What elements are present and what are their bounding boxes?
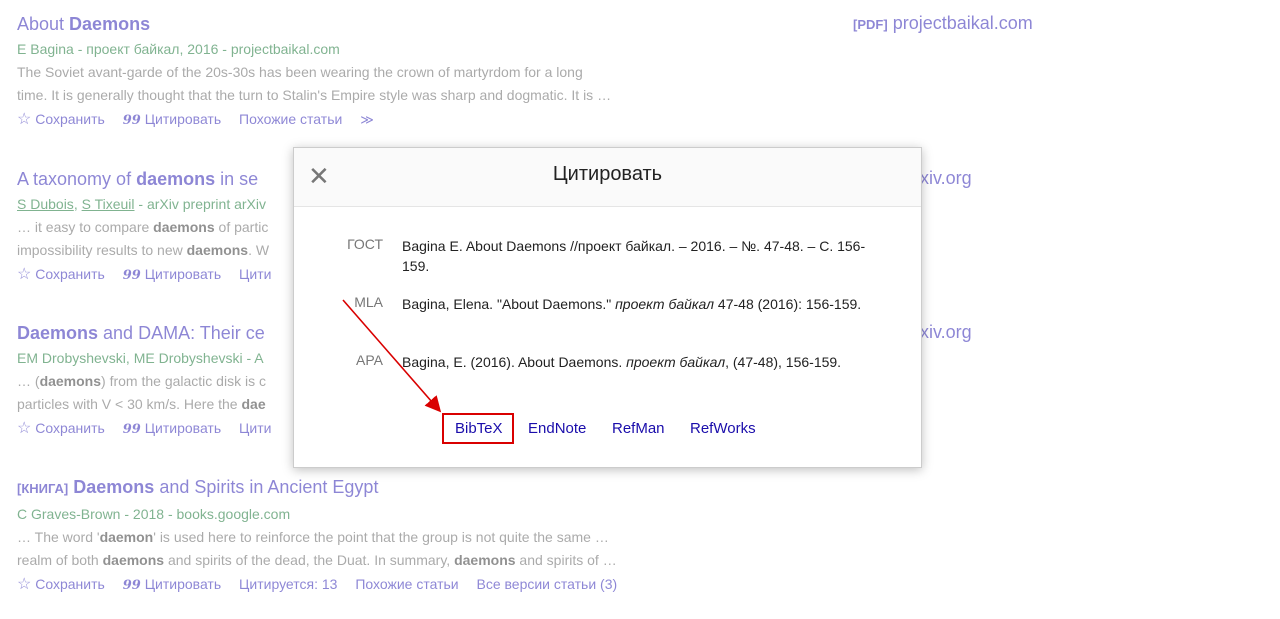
citation-text[interactable]: Bagina, E. (2016). About Daemons. проект…: [402, 352, 872, 372]
citation-text[interactable]: Bagina, Elena. "About Daemons." проект б…: [402, 294, 872, 314]
citation-journal: проект байкал: [615, 296, 715, 312]
citation-journal: проект байкал: [626, 354, 726, 370]
citation-text[interactable]: Bagina E. About Daemons //проект байкал.…: [402, 236, 872, 276]
citation-part: Bagina, Elena. "About Daemons.": [402, 296, 616, 312]
bibtex-highlight-box: [442, 413, 514, 444]
citation-part: Bagina, E. (2016). About Daemons.: [402, 354, 627, 370]
citation-label: ГОСТ: [347, 236, 383, 252]
citation-part: 47-48 (2016): 156-159.: [714, 296, 862, 312]
endnote-link[interactable]: EndNote: [528, 420, 586, 437]
cite-dialog: ✕ Цитировать ГОСТ Bagina E. About Daemon…: [293, 147, 922, 468]
citation-part: , (47-48), 156-159.: [725, 354, 842, 370]
dialog-header: ✕ Цитировать: [294, 148, 921, 207]
citation-label: APA: [356, 352, 383, 368]
refman-link[interactable]: RefMan: [612, 420, 665, 437]
dialog-title: Цитировать: [552, 163, 663, 185]
citation-label: MLA: [354, 294, 383, 310]
refworks-link[interactable]: RefWorks: [690, 420, 756, 437]
